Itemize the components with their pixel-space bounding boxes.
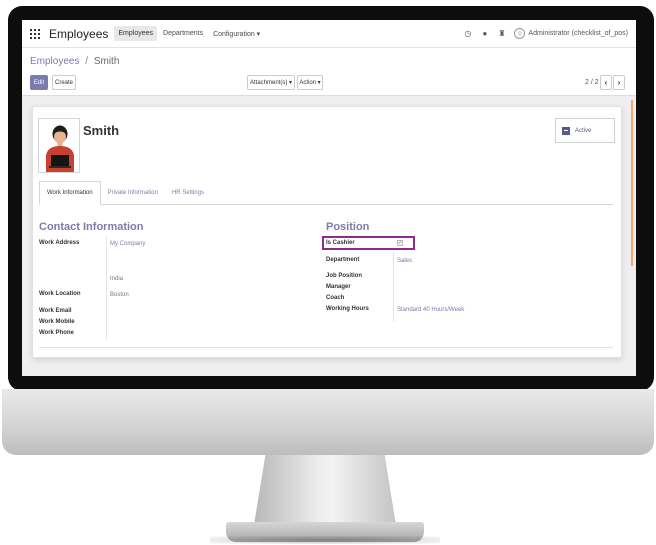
pager-previous-button[interactable]: ‹ bbox=[600, 75, 612, 90]
menu-departments[interactable]: Departments bbox=[159, 26, 207, 41]
monitor-chin bbox=[2, 389, 654, 455]
working-hours-label: Working Hours bbox=[326, 306, 369, 312]
app-name: Employees bbox=[49, 26, 109, 41]
breadcrumb-current: Smith bbox=[93, 56, 120, 67]
active-label: Active bbox=[575, 127, 592, 134]
tab-hr-settings[interactable]: HR Settings bbox=[165, 181, 211, 205]
work-address-company[interactable]: My Company bbox=[110, 241, 145, 247]
employee-name: Smith bbox=[83, 123, 120, 138]
menu-employees[interactable]: Employees bbox=[114, 26, 158, 41]
position-divider bbox=[393, 252, 394, 322]
chat-icon[interactable]: ● bbox=[480, 29, 489, 38]
coach-label: Coach bbox=[326, 295, 345, 301]
work-address-country: India bbox=[110, 276, 124, 282]
user-avatar-icon: ☺ bbox=[514, 28, 526, 39]
pager-next-button[interactable]: › bbox=[613, 75, 625, 90]
apps-menu-icon[interactable] bbox=[30, 28, 40, 39]
active-toggle-button[interactable]: Active bbox=[555, 118, 615, 143]
control-panel: Employees / Smith Edit Create Attachment… bbox=[22, 48, 636, 96]
work-location-value: Boston bbox=[110, 292, 129, 298]
is-cashier-label: Is Cashier bbox=[326, 240, 355, 246]
bug-icon[interactable]: ♜ bbox=[497, 29, 506, 38]
contact-divider bbox=[106, 237, 107, 339]
topbar-right: ◷ ● ♜ ☺ Administrator (checklist_of_pos) bbox=[463, 28, 628, 39]
contact-information-title: Contact Information bbox=[39, 221, 144, 233]
create-button[interactable]: Create bbox=[52, 75, 76, 90]
department-value[interactable]: Sales bbox=[397, 258, 412, 264]
is-cashier-checkbox[interactable]: ✓ bbox=[397, 240, 403, 246]
breadcrumb-parent[interactable]: Employees bbox=[30, 56, 79, 67]
work-location-label: Work Location bbox=[39, 291, 81, 297]
tab-private-information[interactable]: Private Information bbox=[101, 181, 165, 205]
scrollbar[interactable] bbox=[631, 100, 633, 266]
clock-icon[interactable]: ◷ bbox=[463, 29, 472, 38]
action-dropdown[interactable]: Action ▾ bbox=[297, 75, 323, 90]
monitor-stand-neck bbox=[254, 455, 396, 525]
user-name: Administrator (checklist_of_pos) bbox=[528, 30, 628, 37]
breadcrumb: Employees / Smith bbox=[30, 56, 119, 67]
monitor-shadow bbox=[210, 536, 440, 544]
work-phone-label: Work Phone bbox=[39, 330, 74, 336]
top-navbar: Employees Employees Departments Configur… bbox=[22, 20, 636, 48]
employee-photo[interactable] bbox=[38, 118, 80, 173]
department-label: Department bbox=[326, 257, 360, 263]
edit-button[interactable]: Edit bbox=[30, 75, 48, 90]
breadcrumb-separator: / bbox=[85, 56, 89, 67]
user-menu[interactable]: ☺ Administrator (checklist_of_pos) bbox=[514, 28, 628, 39]
job-position-label: Job Position bbox=[326, 273, 362, 279]
form-bottom-divider bbox=[39, 347, 613, 348]
work-mobile-label: Work Mobile bbox=[39, 319, 75, 325]
working-hours-value[interactable]: Standard 40 Hours/Week bbox=[397, 307, 464, 313]
employee-avatar-icon bbox=[39, 119, 79, 172]
menu-configuration[interactable]: Configuration ▾ bbox=[209, 26, 264, 42]
screen: Employees Employees Departments Configur… bbox=[22, 20, 636, 376]
form-tabs: Work Information Private Information HR … bbox=[39, 181, 613, 205]
work-email-label: Work Email bbox=[39, 308, 72, 314]
form-sheet: Smith Active Work Information Private In… bbox=[32, 106, 622, 358]
attachments-dropdown[interactable]: Attachment(s) ▾ bbox=[247, 75, 295, 90]
manager-label: Manager bbox=[326, 284, 351, 290]
position-title: Position bbox=[326, 221, 370, 233]
pager-value: 2 / 2 bbox=[585, 79, 599, 86]
archive-icon bbox=[562, 126, 570, 135]
tab-work-information[interactable]: Work Information bbox=[39, 181, 101, 205]
work-address-label: Work Address bbox=[39, 240, 80, 246]
